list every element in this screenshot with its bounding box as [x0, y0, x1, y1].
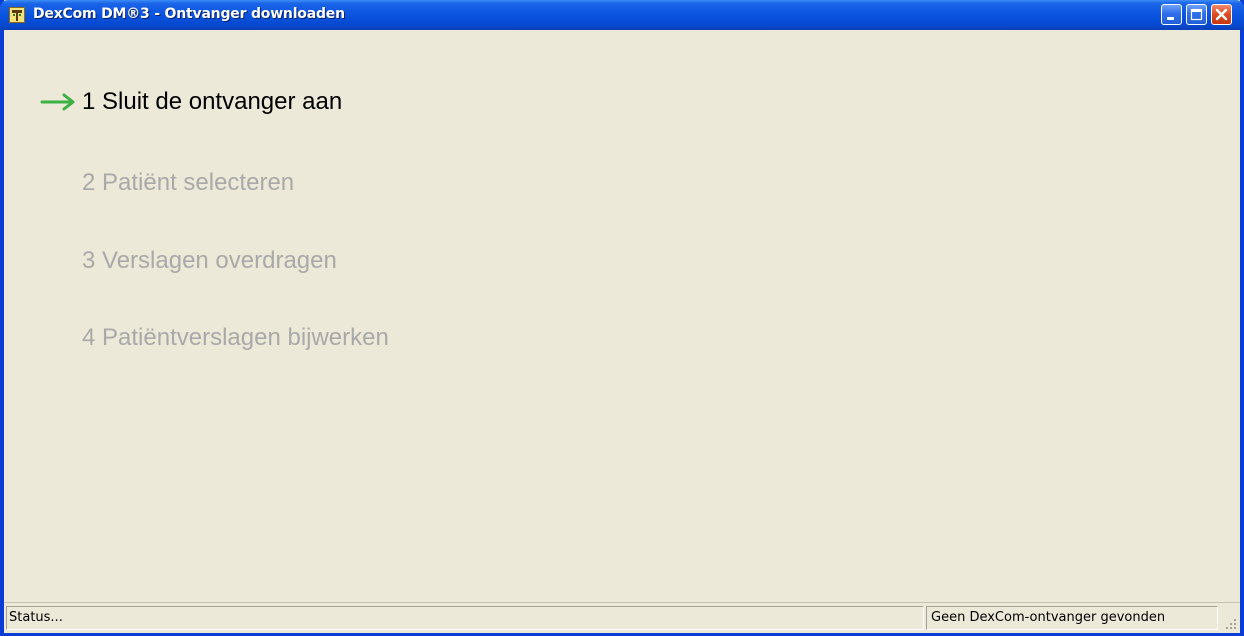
title-bar[interactable]: DexCom DM®3 - Ontvanger downloaden — [0, 0, 1244, 30]
main-window: DexCom DM®3 - Ontvanger downloaden 1 Slu… — [0, 0, 1244, 636]
wizard-step-2: 2 Patiënt selecteren — [82, 169, 295, 196]
wizard-step-1: 1 Sluit de ontvanger aan — [82, 88, 343, 115]
device-status: Geen DexCom-ontvanger gevonden — [926, 606, 1218, 630]
maximize-icon — [1190, 8, 1203, 21]
minimize-button[interactable] — [1161, 4, 1182, 25]
window-title: DexCom DM®3 - Ontvanger downloaden — [33, 6, 345, 22]
wizard-step-3: 3 Verslagen overdragen — [82, 247, 337, 274]
minimize-icon — [1167, 17, 1174, 20]
close-button[interactable] — [1211, 4, 1232, 25]
wizard-panel: 1 Sluit de ontvanger aan 2 Patiënt selec… — [4, 30, 1240, 602]
dexcom-app-icon[interactable] — [9, 7, 25, 23]
status-bar: Status... Geen DexCom-ontvanger gevonden — [4, 602, 1240, 633]
green-arrow-icon — [40, 93, 75, 111]
resize-grip-icon[interactable] — [1222, 615, 1238, 631]
maximize-button[interactable] — [1186, 4, 1207, 25]
status-text: Status... — [6, 606, 924, 630]
close-icon — [1215, 8, 1228, 21]
wizard-step-4: 4 Patiëntverslagen bijwerken — [82, 324, 389, 351]
